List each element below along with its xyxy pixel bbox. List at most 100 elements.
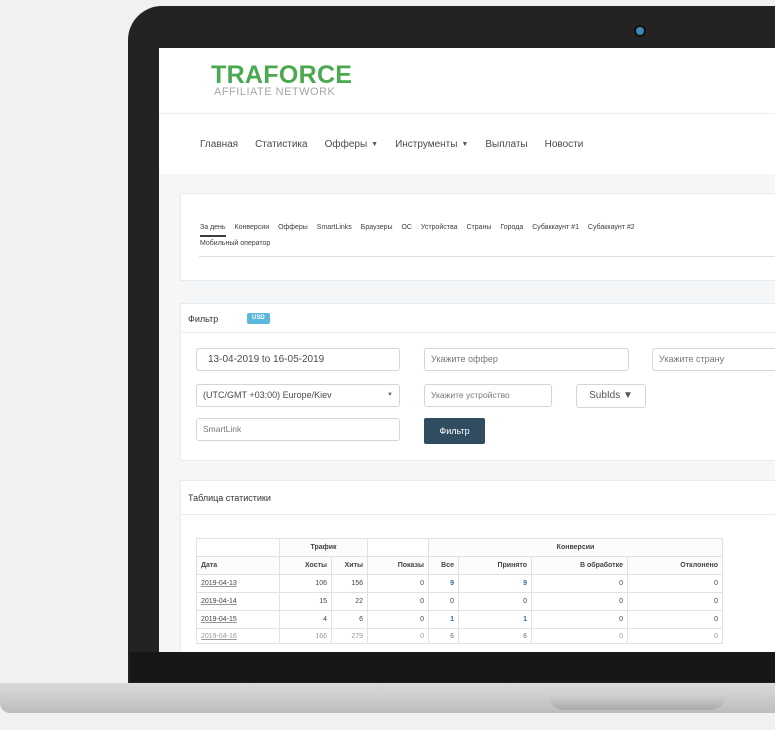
laptop-base-notch	[548, 694, 726, 710]
row-rejected: 0	[627, 592, 723, 611]
row-date[interactable]: 2019-04-13	[196, 574, 280, 593]
site-header: TRAFORCE AFFILIATE NETWORK Главная Стати…	[159, 48, 775, 174]
row-date[interactable]: 2019-04-14	[196, 592, 280, 611]
nav-item-home[interactable]: Главная	[200, 139, 238, 150]
table-header-empty	[367, 538, 429, 557]
nav-item-tools[interactable]: Инструменты ▼	[395, 139, 468, 150]
column-hits[interactable]: Хиты	[331, 556, 368, 575]
tab-cities[interactable]: Города	[500, 221, 523, 235]
country-input[interactable]: Укажите страну	[652, 348, 775, 371]
nav-item-statistics[interactable]: Статистика	[255, 139, 308, 150]
device-input[interactable]: Укажите устройство	[424, 384, 552, 407]
table-row: 2019-04-15 4 6 0 1 1 0 0	[196, 610, 723, 629]
row-accepted[interactable]: 1	[458, 610, 532, 629]
nav-label: Инструменты	[395, 139, 458, 150]
tab-by-day[interactable]: За день	[200, 221, 226, 237]
tab-os[interactable]: ОС	[401, 221, 412, 235]
row-date[interactable]: 2019-04-16	[196, 628, 280, 644]
tabs-divider	[199, 256, 775, 257]
row-hits: 6	[331, 610, 368, 629]
row-rejected: 0	[627, 628, 723, 644]
report-tabs-card: За день Конверсии Офферы SmartLinks Брау…	[180, 193, 775, 281]
table-group-header: Трафик Конверсии	[196, 538, 723, 557]
nav-item-payouts[interactable]: Выплаты	[485, 139, 527, 150]
laptop-mockup: TRAFORCE AFFILIATE NETWORK Главная Стати…	[0, 0, 775, 730]
row-all: 0	[428, 592, 459, 611]
table-row: 2019-04-16 166 279 0 6 6 0 0	[196, 628, 723, 644]
tab-mobile-operator[interactable]: Мобильный оператор	[200, 237, 270, 251]
tab-devices[interactable]: Устройства	[421, 221, 458, 235]
table-row: 2019-04-13 106 156 0 9 9 0 0	[196, 574, 723, 593]
smartlink-input[interactable]: SmartLink	[196, 418, 400, 441]
column-all[interactable]: Все	[428, 556, 459, 575]
row-shows: 0	[367, 628, 429, 644]
subids-button[interactable]: SubIds ▼	[576, 384, 646, 408]
main-nav: Главная Статистика Офферы ▼ Инструменты ▼ …	[200, 139, 600, 150]
row-accepted: 0	[458, 592, 532, 611]
caret-down-icon: ▼	[461, 141, 469, 148]
filter-header: Фильтр USD	[181, 304, 775, 333]
filter-title: Фильтр	[188, 314, 219, 324]
row-all[interactable]: 1	[428, 610, 459, 629]
table-row: 2019-04-14 15 22 0 0 0 0 0	[196, 592, 723, 611]
currency-badge: USD	[247, 313, 270, 324]
stats-header: Таблица статистики	[181, 481, 775, 515]
row-accepted[interactable]: 9	[458, 574, 532, 593]
header-divider	[159, 113, 775, 114]
row-pending: 0	[531, 592, 628, 611]
offer-input[interactable]: Укажите оффер	[424, 348, 629, 371]
row-pending: 0	[531, 574, 628, 593]
row-rejected: 0	[627, 610, 723, 629]
stats-title: Таблица статистики	[188, 493, 271, 503]
tab-countries[interactable]: Страны	[467, 221, 492, 235]
laptop-bottom-bezel	[130, 652, 775, 682]
row-shows: 0	[367, 610, 429, 629]
tab-smartlinks[interactable]: SmartLinks	[317, 221, 352, 235]
row-pending: 0	[531, 610, 628, 629]
column-shows[interactable]: Показы	[367, 556, 429, 575]
row-hits: 22	[331, 592, 368, 611]
row-rejected: 0	[627, 574, 723, 593]
chevron-down-icon: ▼	[387, 392, 393, 398]
row-hits: 279	[331, 628, 368, 644]
row-shows: 0	[367, 592, 429, 611]
stats-table: Трафик Конверсии Дата Хосты Хиты Показы …	[196, 538, 723, 644]
row-date[interactable]: 2019-04-15	[196, 610, 280, 629]
row-hosts: 166	[279, 628, 332, 644]
row-hosts: 4	[279, 610, 332, 629]
tab-subaccount-1[interactable]: Субаккаунт #1	[532, 221, 579, 235]
laptop-screen: TRAFORCE AFFILIATE NETWORK Главная Стати…	[159, 48, 775, 652]
column-accepted[interactable]: Принято	[458, 556, 532, 575]
timezone-select[interactable]: (UTC/GMT +03:00) Europe/Kiev ▼	[196, 384, 400, 407]
column-rejected[interactable]: Отклонено	[627, 556, 723, 575]
group-conversions: Конверсии	[428, 538, 723, 557]
nav-item-offers[interactable]: Офферы ▼	[325, 139, 378, 150]
nav-label: Главная	[200, 139, 239, 150]
filter-submit-button[interactable]: Фильтр	[424, 418, 485, 444]
column-date[interactable]: Дата	[196, 556, 280, 575]
nav-label: Новости	[544, 139, 584, 150]
camera-icon	[636, 27, 644, 35]
caret-down-icon: ▼	[371, 141, 379, 148]
tab-subaccount-2[interactable]: Субаккаунт #2	[588, 221, 635, 235]
tab-conversions[interactable]: Конверсии	[235, 221, 270, 235]
column-pending[interactable]: В обработке	[531, 556, 628, 575]
group-traffic: Трафик	[279, 538, 368, 557]
report-tabs: За день Конверсии Офферы SmartLinks Брау…	[200, 221, 775, 251]
table-column-header: Дата Хосты Хиты Показы Все Принято В обр…	[196, 556, 723, 575]
nav-item-news[interactable]: Новости	[545, 139, 584, 150]
row-hits: 156	[331, 574, 368, 593]
tab-offers[interactable]: Офферы	[278, 221, 308, 235]
row-hosts: 106	[279, 574, 332, 593]
nav-label: Выплаты	[485, 139, 528, 150]
row-accepted[interactable]: 6	[458, 628, 532, 644]
row-all[interactable]: 9	[428, 574, 459, 593]
table-header-empty	[196, 538, 280, 557]
brand-tagline: AFFILIATE NETWORK	[214, 86, 336, 98]
row-all[interactable]: 6	[428, 628, 459, 644]
date-range-input[interactable]: 13-04-2019 to 16-05-2019	[196, 348, 400, 371]
row-hosts: 15	[279, 592, 332, 611]
tab-browsers[interactable]: Браузеры	[361, 221, 393, 235]
nav-label: Офферы	[324, 139, 368, 150]
column-hosts[interactable]: Хосты	[279, 556, 332, 575]
